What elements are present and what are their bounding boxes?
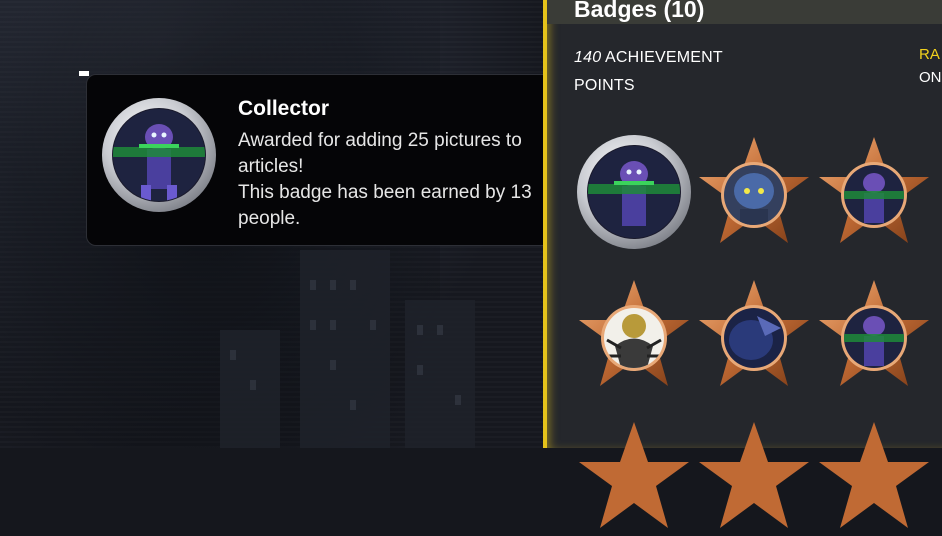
tooltip-title: Collector bbox=[238, 97, 330, 120]
badge-collector[interactable] bbox=[575, 133, 693, 251]
badge-star-7[interactable] bbox=[575, 418, 693, 536]
achievement-points-value: 140 bbox=[574, 49, 602, 66]
badge-star-3[interactable] bbox=[815, 133, 933, 251]
badges-panel: Badges (10) 140 ACHIEVEMENT POINTS RA ON bbox=[543, 0, 942, 528]
badge-star-4[interactable] bbox=[575, 276, 693, 394]
badge-star-2[interactable] bbox=[695, 133, 813, 251]
background-building bbox=[220, 330, 280, 448]
collector-badge-icon bbox=[102, 98, 216, 212]
tooltip-description-award: Awarded for adding 25 pictures to articl… bbox=[238, 130, 522, 177]
badges-header: Badges (10) bbox=[547, 0, 942, 24]
tooltip-description-earned: This badge has been earned by 13 people. bbox=[238, 182, 532, 229]
rank-label: RA bbox=[919, 46, 940, 63]
background-building bbox=[300, 250, 390, 448]
badges-title: Badges (10) bbox=[574, 0, 705, 22]
hover-marker bbox=[79, 71, 89, 76]
badge-star-5[interactable] bbox=[695, 276, 813, 394]
background-building bbox=[405, 300, 475, 448]
rank-value: ON bbox=[919, 69, 942, 86]
achievement-points: 140 ACHIEVEMENT POINTS bbox=[574, 44, 774, 100]
badge-star-8[interactable] bbox=[695, 418, 813, 536]
tooltip-description: Awarded for adding 25 pictures to articl… bbox=[238, 128, 543, 232]
badge-tooltip: Collector Awarded for adding 25 pictures… bbox=[86, 74, 555, 246]
badge-star-6[interactable] bbox=[815, 276, 933, 394]
badge-star-9[interactable] bbox=[815, 418, 933, 536]
